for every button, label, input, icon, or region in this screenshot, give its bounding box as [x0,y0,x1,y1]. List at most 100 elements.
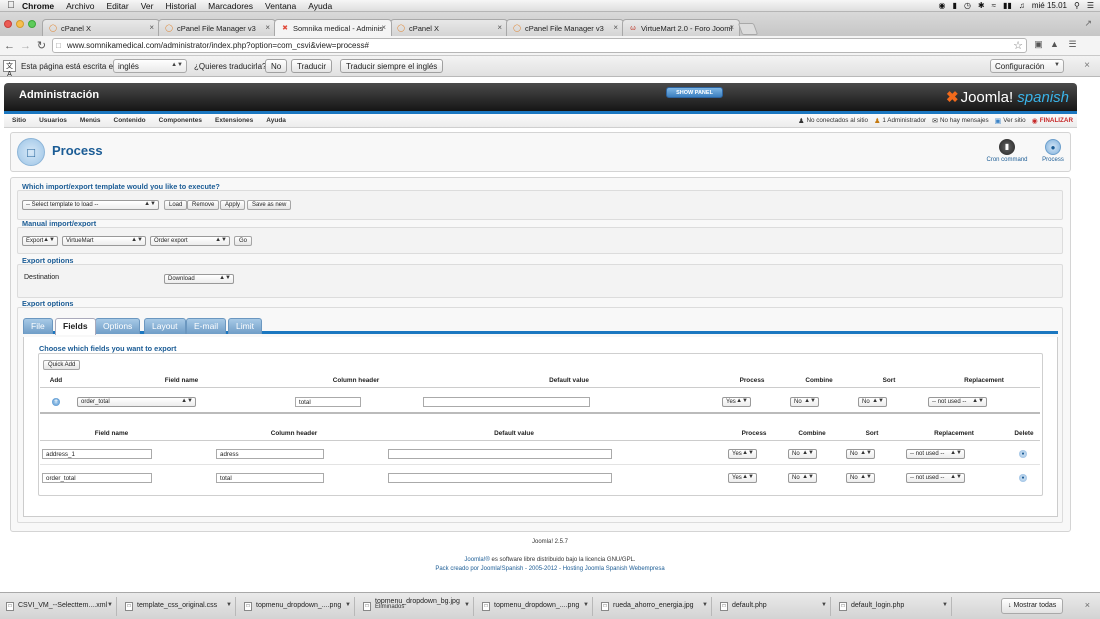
row2-sort-select[interactable]: No ▲▼ [846,473,875,483]
add-field-icon[interactable]: + [52,398,60,406]
download-item[interactable]: □ rueda_ahorro_energia.jpg ▼ [597,597,712,616]
row2-default-value[interactable] [388,473,612,483]
extension-icon-2[interactable]: ▲ [1048,39,1061,52]
download-menu-arrow-icon[interactable]: ▼ [821,602,827,608]
row2-field-name[interactable]: order_total [42,473,152,483]
chrome-menu-icon[interactable]: ☰ [1066,39,1079,52]
forward-icon[interactable]: → [19,40,32,52]
add-combine-select[interactable]: No ▲▼ [790,397,819,407]
close-tab-icon[interactable]: × [381,23,386,32]
apple-icon[interactable]:  [0,0,22,11]
row1-combine-select[interactable]: No ▲▼ [788,449,817,459]
messages-text[interactable]: No hay mensajes [940,117,989,124]
battery-icon[interactable]: ▮▮ [1003,1,1012,10]
row1-sort-select[interactable]: No ▲▼ [846,449,875,459]
download-menu-arrow-icon[interactable]: ▼ [464,602,470,608]
row2-combine-select[interactable]: No ▲▼ [788,473,817,483]
tab-filemanager-2[interactable]: ◯ cPanel File Manager v3 × [506,19,624,36]
download-menu-arrow-icon[interactable]: ▼ [226,602,232,608]
close-downloads-icon[interactable]: × [1085,600,1090,610]
process-button[interactable]: ● Process [1030,139,1076,163]
menu-componentes[interactable]: Componentes [159,117,202,124]
spotlight-icon[interactable]: ⚲ [1074,1,1080,10]
notification-center-icon[interactable]: ☰ [1087,1,1094,10]
quick-add-button[interactable]: Quick Add [43,360,81,370]
download-menu-arrow-icon[interactable]: ▼ [583,602,589,608]
download-menu-arrow-icon[interactable]: ▼ [345,602,351,608]
download-item[interactable]: □ default_login.php ▼ [835,597,952,616]
address-bar[interactable]: □ www.somnikamedical.com/administrator/i… [52,38,1027,53]
row2-column-header[interactable]: total [216,473,324,483]
menu-ver[interactable]: Ver [141,1,154,11]
status-app-icon[interactable]: ◉ [939,1,946,10]
extension-icon[interactable]: ▣ [1032,39,1045,52]
destination-select[interactable]: Download ▲▼ [164,274,234,284]
joomla-link[interactable]: Joomla!® [464,557,489,563]
load-button[interactable]: Load [164,200,188,210]
close-tab-icon[interactable]: × [265,23,270,32]
logout-link[interactable]: FINALIZAR [1040,117,1073,124]
add-process-select[interactable]: Yes ▲▼ [722,397,751,407]
template-select[interactable]: -- Select template to load -- ▲▼ [22,200,159,210]
menu-ventana[interactable]: Ventana [265,1,296,11]
always-translate-button[interactable]: Traducir siempre el inglés [340,59,444,73]
tab-cpanel-2[interactable]: ◯ cPanel X × [390,19,508,36]
menu-usuarios[interactable]: Usuarios [39,117,67,124]
download-item[interactable]: □ topmenu_dropdown_....png ▼ [478,597,593,616]
reload-icon[interactable]: ↻ [35,39,48,52]
clock-text[interactable]: mié 15.01 [1032,1,1067,10]
new-tab-button[interactable] [737,23,759,35]
row2-replacement-select[interactable]: -- not used -- ▲▼ [906,473,965,483]
tab-fields[interactable]: Fields [55,318,96,335]
add-sort-select[interactable]: No ▲▼ [858,397,887,407]
menu-archivo[interactable]: Archivo [66,1,94,11]
save-as-new-button[interactable]: Save as new [247,200,292,210]
operation-select[interactable]: Order export ▲▼ [150,236,230,246]
add-column-header-input[interactable]: total [295,397,361,407]
menu-extensiones[interactable]: Extensiones [215,117,253,124]
cron-command-button[interactable]: ▮ Cron command [984,139,1030,163]
tab-limit[interactable]: Limit [228,318,262,334]
row2-delete-icon[interactable]: ● [1019,474,1027,482]
tab-file[interactable]: File [23,318,53,334]
fullscreen-icon[interactable]: ↗ [1084,18,1092,29]
download-menu-arrow-icon[interactable]: ▼ [702,602,708,608]
row1-field-name[interactable]: address_1 [42,449,152,459]
minimize-window-icon[interactable] [16,20,24,28]
menu-marcadores[interactable]: Marcadores [208,1,253,11]
row1-delete-icon[interactable]: ● [1019,450,1027,458]
menu-ayuda-admin[interactable]: Ayuda [266,117,286,124]
row1-replacement-select[interactable]: -- not used -- ▲▼ [906,449,965,459]
show-all-downloads-button[interactable]: ↓ Mostrar todas [1001,598,1064,614]
close-tab-icon[interactable]: × [613,23,618,32]
lock-icon[interactable]: ▮ [953,1,957,10]
tab-options[interactable]: Options [95,318,141,334]
remove-button[interactable]: Remove [187,200,220,210]
row2-process-select[interactable]: Yes ▲▼ [728,473,757,483]
credit-link[interactable]: Pack creado por Joomla!Spanish - 2005-20… [0,566,1100,572]
add-default-value-input[interactable] [423,397,590,407]
zoom-window-icon[interactable] [28,20,36,28]
row1-default-value[interactable] [388,449,612,459]
add-replacement-select[interactable]: -- not used -- ▲▼ [928,397,987,407]
language-select[interactable]: inglés ▲▼ [113,59,187,73]
download-item[interactable]: □ default.php ▼ [716,597,831,616]
close-tab-icon[interactable]: × [149,23,154,32]
action-select[interactable]: Export ▲▼ [22,236,58,246]
view-site-link[interactable]: Ver sitio [1003,117,1025,124]
close-tab-icon[interactable]: × [729,23,734,32]
tab-virtuemart[interactable]: ω VirtueMart 2.0 - Foro Jooml × [622,19,740,36]
download-item[interactable]: □ CSVI_VM_--Selecttem....xml ▼ [2,597,117,616]
menu-historial[interactable]: Historial [165,1,196,11]
show-panel-button[interactable]: SHOW PANEL [666,87,723,98]
tab-cpanel-1[interactable]: ◯ cPanel X × [42,19,160,36]
translate-config-select[interactable]: Configuración ▼ [990,59,1064,73]
tab-somnika-admin[interactable]: ✖ Somnika medical - Adminis × [274,19,392,36]
bookmark-star-icon[interactable]: ☆ [1013,39,1023,52]
menu-sitio[interactable]: Sitio [12,117,26,124]
time-machine-icon[interactable]: ◷ [964,1,971,10]
back-icon[interactable]: ← [3,40,16,52]
translate-button[interactable]: Traducir [291,59,333,73]
add-field-select[interactable]: order_total ▲▼ [77,397,196,407]
wifi-icon[interactable]: ≈ [992,1,996,10]
